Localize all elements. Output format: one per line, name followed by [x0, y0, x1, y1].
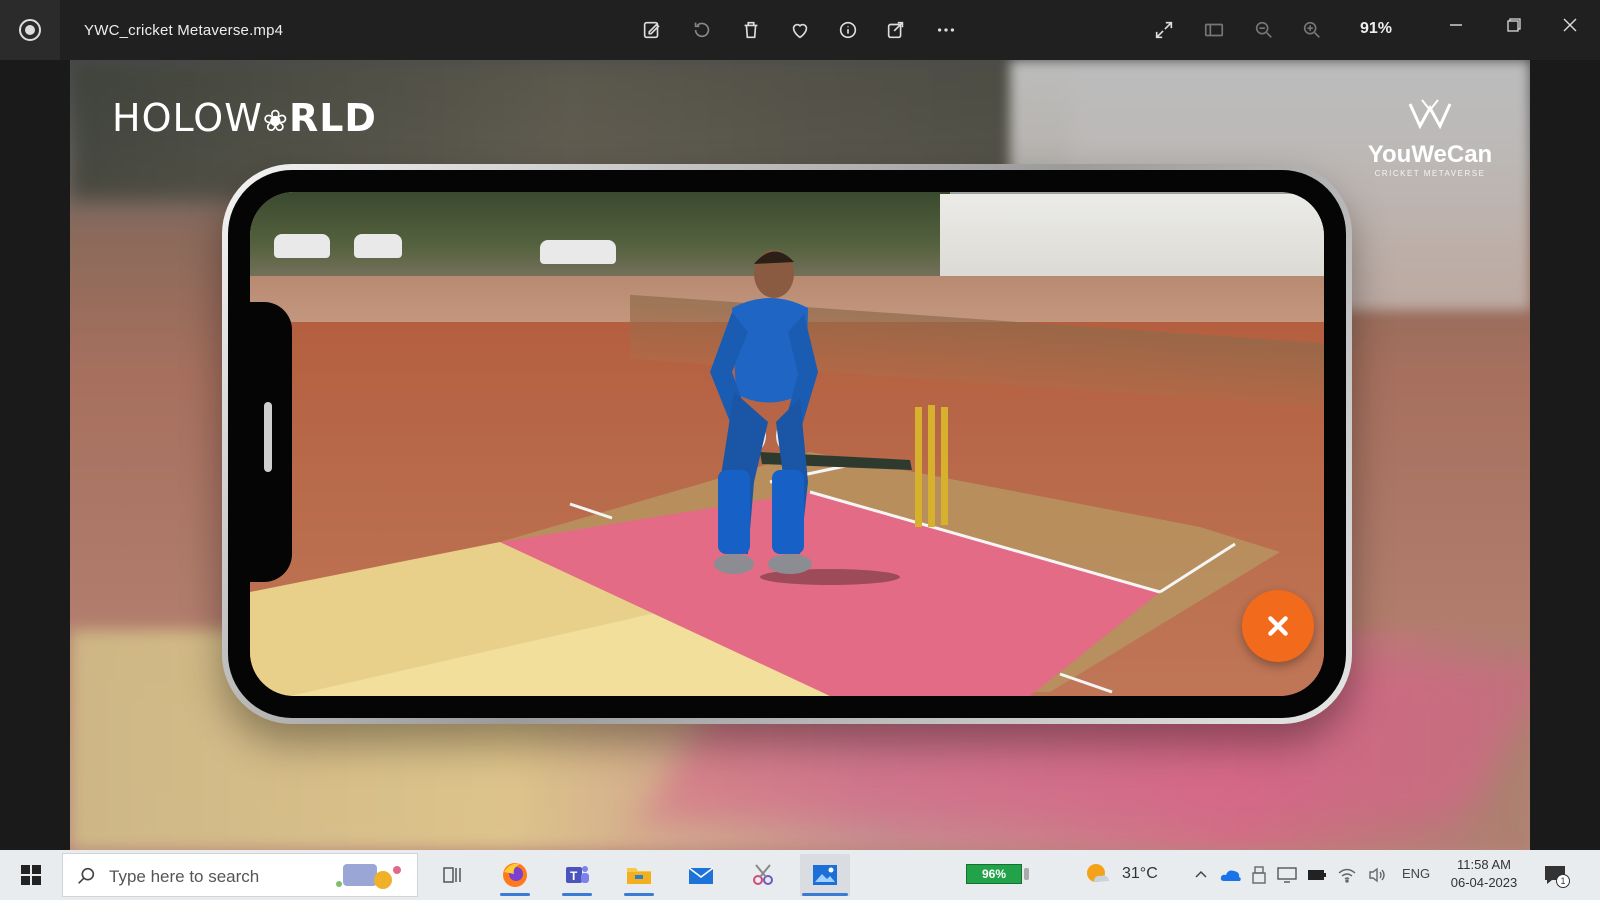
notification-center-button[interactable]: 1 — [1538, 860, 1572, 890]
youwecan-logo: YouWeCan CRICKET METAVERSE — [1360, 96, 1500, 178]
close-ar-button[interactable] — [1242, 590, 1314, 662]
favorite-icon[interactable] — [784, 16, 816, 44]
delete-icon[interactable] — [735, 16, 767, 44]
volume-icon[interactable] — [1364, 862, 1390, 888]
file-title: YWC_cricket Metaverse.mp4 — [84, 22, 284, 39]
system-clock[interactable]: 11:58 AM 06-04-2023 — [1444, 856, 1524, 892]
search-placeholder: Type here to search — [109, 867, 260, 886]
teams-icon[interactable]: T — [552, 854, 602, 896]
photos-app-taskbar-icon[interactable] — [800, 854, 850, 896]
windows-icon — [21, 865, 41, 885]
display-icon[interactable] — [1274, 862, 1300, 888]
mail-icon[interactable] — [676, 854, 726, 896]
firefox-icon[interactable] — [490, 854, 540, 896]
youwecan-crest-icon — [1408, 99, 1452, 130]
video-frame[interactable]: HOLOW❀RLD YouWeCan CRICKET METAVERSE — [70, 60, 1530, 850]
battery-tray-icon[interactable] — [1304, 862, 1330, 888]
wifi-icon[interactable] — [1334, 862, 1360, 888]
youwecan-name: YouWeCan — [1367, 141, 1493, 168]
snipping-tool-icon[interactable] — [738, 854, 788, 896]
zoom-in-icon[interactable] — [1296, 16, 1328, 44]
partly-cloudy-icon — [1087, 864, 1109, 882]
phone-notch — [250, 302, 292, 582]
holoworld-logo: HOLOW❀RLD — [112, 96, 377, 140]
search-highlight-icon — [336, 864, 401, 889]
onedrive-icon[interactable] — [1218, 862, 1244, 888]
search-icon — [78, 867, 95, 884]
media-viewer: HOLOW❀RLD YouWeCan CRICKET METAVERSE — [0, 60, 1600, 850]
ar-scene — [250, 192, 1324, 696]
minimize-button[interactable] — [1436, 10, 1476, 40]
battery-cap — [1024, 868, 1029, 880]
edit-icon[interactable] — [636, 16, 668, 44]
notification-count: 1 — [1556, 874, 1570, 888]
photos-app-icon[interactable] — [0, 0, 60, 60]
start-button[interactable] — [8, 858, 54, 892]
zoom-level[interactable]: 91% — [1360, 20, 1392, 38]
chevron-up-icon[interactable] — [1188, 862, 1214, 888]
restore-button[interactable] — [1494, 10, 1534, 40]
svg-text:T: T — [570, 869, 578, 883]
rotate-icon[interactable] — [686, 16, 718, 44]
title-bar: YWC_cricket Metaverse.mp4 91% — [0, 0, 1600, 60]
info-icon[interactable] — [832, 16, 864, 44]
task-view-icon[interactable] — [428, 854, 478, 896]
share-icon[interactable] — [880, 16, 912, 44]
clock-date: 06-04-2023 — [1450, 875, 1518, 890]
youwecan-subtitle: CRICKET METAVERSE — [1374, 169, 1486, 178]
slideshow-icon[interactable] — [1198, 16, 1230, 44]
clock-time: 11:58 AM — [1457, 857, 1511, 872]
weather-widget[interactable]: 31°C — [1084, 860, 1158, 888]
usb-icon[interactable] — [1246, 862, 1272, 888]
more-icon[interactable] — [930, 16, 962, 44]
close-icon — [1268, 616, 1288, 636]
taskbar-search-box[interactable]: Type here to search — [62, 853, 418, 897]
close-button[interactable] — [1550, 10, 1590, 40]
windows-taskbar: Type here to search T 96% 31°C ENG 11:58… — [0, 850, 1600, 900]
weather-temperature: 31°C — [1122, 865, 1158, 882]
language-indicator[interactable]: ENG — [1402, 866, 1430, 881]
phone-mockup — [222, 164, 1352, 724]
file-explorer-icon[interactable] — [614, 854, 664, 896]
fullscreen-icon[interactable] — [1148, 16, 1180, 44]
batsman-avatar — [710, 250, 912, 574]
battery-indicator[interactable]: 96% — [966, 864, 1022, 884]
zoom-out-icon[interactable] — [1248, 16, 1280, 44]
